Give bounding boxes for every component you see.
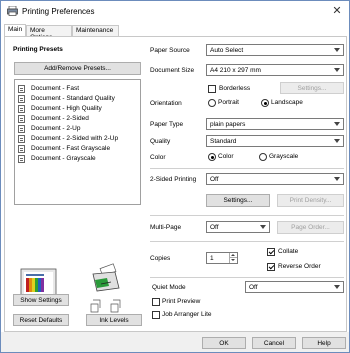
copies-value: 1 — [210, 255, 214, 262]
ink-levels-button[interactable]: Ink Levels — [86, 314, 142, 326]
tab-maintenance[interactable]: Maintenance — [72, 25, 119, 36]
paper-type-select[interactable]: plain papers — [206, 118, 344, 130]
quality-label: Quality — [150, 138, 171, 145]
chevron-down-icon — [334, 48, 340, 52]
list-item[interactable]: Document - Fast — [18, 84, 79, 93]
document-icon — [18, 84, 25, 93]
job-arranger-label: Job Arranger Lite — [162, 311, 212, 318]
borderless-label: Borderless — [219, 85, 251, 92]
add-remove-presets-button[interactable]: Add/Remove Presets... — [14, 62, 141, 75]
list-item[interactable]: Document - Grayscale — [18, 154, 96, 163]
portrait-label: Portrait — [218, 99, 239, 106]
collate-checkbox[interactable] — [267, 248, 275, 256]
reverse-order-checkbox[interactable] — [267, 263, 275, 271]
divider — [150, 277, 344, 278]
tab-strip: Main More Options Maintenance — [1, 24, 349, 41]
document-icon — [18, 114, 25, 123]
divider — [150, 215, 344, 216]
show-settings-button[interactable]: Show Settings — [13, 294, 69, 306]
list-item[interactable]: Document - 2-Sided with 2-Up — [18, 134, 118, 143]
print-preview-checkbox[interactable] — [152, 298, 160, 306]
print-density-button[interactable]: Print Density... — [277, 194, 344, 207]
document-icon — [18, 124, 25, 133]
multi-page-select[interactable]: Off — [206, 221, 270, 233]
print-preview-label: Print Preview — [162, 298, 201, 305]
presets-list[interactable]: Document - Fast Document - Standard Qual… — [14, 79, 141, 205]
two-sided-label: 2-Sided Printing — [150, 176, 197, 183]
paper-stack-icon — [90, 299, 121, 313]
cancel-button[interactable]: Cancel — [252, 337, 296, 349]
quality-select[interactable]: Standard — [206, 135, 344, 147]
divider — [150, 241, 344, 242]
two-sided-settings-button[interactable]: Settings... — [206, 194, 270, 207]
color-radio[interactable] — [208, 153, 216, 161]
chevron-down-icon — [334, 68, 340, 72]
dialog-button-bar: OK Cancel Help — [1, 332, 349, 352]
list-item[interactable]: Document - High Quality — [18, 104, 102, 113]
chevron-down-icon — [334, 122, 340, 126]
grayscale-radio[interactable] — [259, 153, 267, 161]
job-arranger-checkbox[interactable] — [152, 311, 160, 319]
printer-icon — [92, 263, 120, 292]
chevron-down-icon[interactable] — [229, 258, 237, 263]
title-bar: Printing Preferences ✕ — [1, 1, 349, 23]
document-icon — [18, 104, 25, 113]
page-order-button[interactable]: Page Order... — [277, 221, 344, 234]
copies-stepper[interactable]: 1 — [206, 252, 238, 264]
multi-page-label: Multi-Page — [150, 224, 182, 231]
document-icon — [18, 134, 25, 143]
orientation-label: Orientation — [150, 100, 182, 107]
quiet-mode-select[interactable]: Off — [245, 281, 344, 293]
paper-source-select[interactable]: Auto Select — [206, 44, 344, 56]
landscape-radio[interactable] — [261, 99, 269, 107]
color-option-label: Color — [218, 153, 234, 160]
chevron-down-icon — [334, 285, 340, 289]
chevron-down-icon — [334, 177, 340, 181]
window-title: Printing Preferences — [22, 7, 95, 16]
printing-preferences-window: Printing Preferences ✕ Main More Options… — [0, 0, 350, 353]
reverse-order-label: Reverse Order — [278, 263, 321, 270]
two-sided-select[interactable]: Off — [206, 173, 344, 185]
list-item[interactable]: Document - Standard Quality — [18, 94, 115, 103]
reset-defaults-button[interactable]: Reset Defaults — [13, 314, 69, 326]
list-item[interactable]: Document - Fast Grayscale — [18, 144, 110, 153]
document-icon — [18, 144, 25, 153]
document-icon — [18, 94, 25, 103]
grayscale-option-label: Grayscale — [269, 153, 299, 160]
color-label: Color — [150, 154, 166, 161]
list-item[interactable]: Document - 2-Sided — [18, 114, 89, 123]
list-item[interactable]: Document - 2-Up — [18, 124, 81, 133]
document-icon — [18, 154, 25, 163]
chevron-down-icon — [334, 139, 340, 143]
borderless-settings-button[interactable]: Settings... — [280, 82, 344, 94]
printer-icon — [7, 6, 18, 16]
copies-label: Copies — [150, 255, 171, 262]
landscape-label: Landscape — [271, 99, 303, 106]
chevron-down-icon — [260, 225, 266, 229]
help-button[interactable]: Help — [302, 337, 346, 349]
document-size-select[interactable]: A4 210 x 297 mm — [206, 64, 344, 76]
borderless-checkbox[interactable] — [208, 85, 216, 93]
document-size-label: Document Size — [150, 67, 195, 74]
tab-more-options[interactable]: More Options — [26, 25, 72, 41]
presets-heading: Printing Presets — [13, 46, 63, 53]
main-tab-panel: Printing Presets Add/Remove Presets... D… — [4, 36, 347, 332]
ok-button[interactable]: OK — [202, 337, 246, 349]
divider — [150, 168, 344, 169]
portrait-radio[interactable] — [208, 99, 216, 107]
quiet-mode-label: Quiet Mode — [152, 284, 186, 291]
collate-label: Collate — [278, 248, 299, 255]
paper-source-label: Paper Source — [150, 47, 190, 54]
paper-type-label: Paper Type — [150, 121, 184, 128]
close-icon[interactable]: ✕ — [331, 5, 343, 17]
